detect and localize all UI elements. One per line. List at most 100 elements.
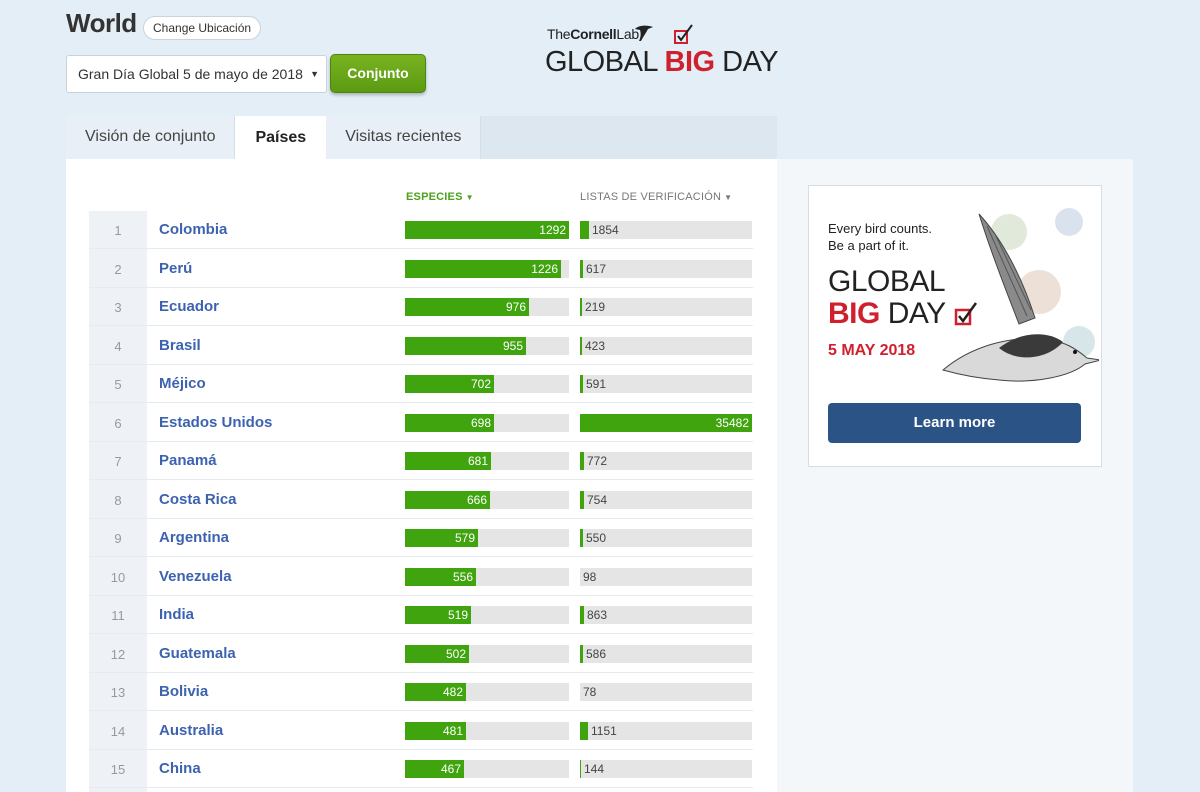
checklists-value: 1151: [591, 723, 617, 738]
checklists-bar: [580, 375, 583, 393]
country-link[interactable]: Bolivia: [159, 683, 208, 700]
country-link[interactable]: Costa Rica: [159, 491, 237, 508]
country-link[interactable]: Perú: [159, 260, 192, 277]
species-value: 955: [502, 338, 523, 353]
species-bar-track: 502: [405, 644, 569, 663]
species-value: 519: [447, 608, 468, 622]
species-value: 666: [466, 492, 487, 507]
sort-arrow-icon: ▼: [724, 193, 733, 202]
country-link[interactable]: Brasil: [159, 337, 201, 354]
logo-global-big-day-text: GLOBAL BIG DAY: [545, 46, 779, 78]
checklists-value: 423: [585, 338, 606, 353]
checklists-value: 863: [587, 608, 608, 622]
go-button[interactable]: Conjunto: [330, 54, 426, 93]
checklists-bar-track: 78: [580, 683, 752, 701]
species-value: 976: [505, 300, 526, 314]
country-link[interactable]: Panamá: [159, 452, 217, 469]
checklists-value: 1854: [592, 223, 619, 237]
checklists-value: 617: [586, 261, 607, 276]
row-rank: 5: [114, 377, 122, 392]
sort-arrow-icon: ▼: [465, 193, 474, 202]
checklists-bar: [580, 644, 583, 663]
species-bar-track: 556: [405, 567, 569, 586]
event-select[interactable]: Gran Día Global 5 de mayo de 2018 ▼: [66, 55, 327, 93]
species-value: 702: [470, 377, 491, 391]
event-select-value: Gran Día Global 5 de mayo de 2018: [78, 66, 303, 82]
country-link[interactable]: Ecuador: [159, 298, 219, 315]
checklists-bar-track: 617: [580, 259, 752, 278]
species-value: 579: [454, 531, 475, 545]
table-row: 2 Perú 1226 617: [89, 250, 753, 288]
tab-bar: Visión de conjunto Países Visitas recien…: [66, 116, 777, 159]
row-rank: 1: [114, 223, 122, 238]
checklists-bar: [580, 606, 584, 624]
global-big-day-ad[interactable]: Every bird counts. Be a part of it. GLOBA…: [808, 185, 1102, 467]
country-link[interactable]: Méjico: [159, 375, 206, 392]
checklists-value: 144: [584, 762, 605, 776]
country-link[interactable]: Estados Unidos: [159, 414, 272, 431]
table-row: 11 India 519 863: [89, 596, 753, 634]
tab-countries[interactable]: Países: [235, 116, 327, 159]
table-row: 4 Brasil 955 423: [89, 327, 753, 365]
species-value: 681: [467, 454, 488, 468]
species-value: 482: [442, 685, 463, 699]
column-header-checklists[interactable]: LISTAS DE VERIFICACIÓN ▼: [580, 191, 732, 203]
checklists-bar-track: 550: [580, 529, 752, 547]
checklists-bar-track: 863: [580, 606, 752, 624]
row-rank: 4: [114, 338, 122, 354]
table-row: 6 Estados Unidos 698 35482: [89, 404, 753, 442]
row-rank: 6: [114, 415, 122, 431]
checklists-bar: [580, 452, 584, 470]
species-value: 467: [440, 762, 461, 776]
table-row: 10 Venezuela 556 98: [89, 558, 753, 596]
checklists-bar-track: 754: [580, 490, 752, 509]
checklists-bar-track: 98: [580, 567, 752, 586]
checklists-bar: [580, 529, 583, 547]
checklists-value: 591: [586, 377, 607, 391]
global-big-day-logo[interactable]: TheCornellLab GLOBAL BIG DAY: [545, 20, 779, 84]
table-row: 3 Ecuador 976 219: [89, 288, 753, 326]
species-value: 502: [445, 646, 466, 661]
checklists-bar-track: 586: [580, 644, 752, 663]
column-header-species[interactable]: ESPECIES ▼: [406, 191, 474, 203]
checklists-bar-track: 1854: [580, 221, 752, 239]
country-link[interactable]: Australia: [159, 722, 223, 739]
species-bar-track: 666: [405, 490, 569, 509]
country-link[interactable]: Guatemala: [159, 645, 236, 662]
checklists-value: 219: [585, 300, 606, 314]
table-row: 12 Guatemala 502 586: [89, 635, 753, 673]
country-link[interactable]: Venezuela: [159, 568, 232, 585]
learn-more-button[interactable]: Learn more: [828, 403, 1081, 443]
tab-overview[interactable]: Visión de conjunto: [66, 116, 236, 159]
tab-recent-visits[interactable]: Visitas recientes: [326, 116, 482, 159]
checklists-value: 98: [583, 569, 597, 584]
checklists-bar: [580, 259, 583, 278]
species-value: 1292: [539, 223, 566, 237]
checklists-bar-track: 1151: [580, 721, 752, 740]
checklists-bar-track: 219: [580, 298, 752, 316]
checklists-value: 35482: [715, 415, 749, 430]
species-bar-track: 519: [405, 606, 569, 624]
table-row: 14 Australia 481 1151: [89, 712, 753, 750]
country-link[interactable]: China: [159, 760, 201, 777]
table-row: 13 Bolivia 482 78: [89, 673, 753, 711]
table-row: 8 Costa Rica 666 754: [89, 481, 753, 519]
cornell-bird-icon: [635, 25, 653, 41]
species-bar-track: 467: [405, 760, 569, 778]
country-link[interactable]: India: [159, 606, 194, 623]
row-rank: 3: [114, 300, 122, 315]
country-link[interactable]: Colombia: [159, 221, 227, 238]
species-value: 556: [452, 569, 473, 584]
country-link[interactable]: Argentina: [159, 529, 229, 546]
checklists-bar-track: 35482: [580, 413, 752, 432]
row-rank: 8: [114, 492, 122, 508]
species-bar-track: 1226: [405, 259, 569, 278]
change-location-button[interactable]: Change Ubicación: [143, 16, 262, 40]
species-bar-track: 702: [405, 375, 569, 393]
species-bar-track: 698: [405, 413, 569, 432]
checklists-value: 550: [586, 531, 607, 545]
species-value: 481: [442, 723, 463, 738]
row-rank: 15: [110, 762, 126, 777]
checklists-value: 772: [587, 454, 608, 468]
checklists-bar: [580, 760, 581, 778]
